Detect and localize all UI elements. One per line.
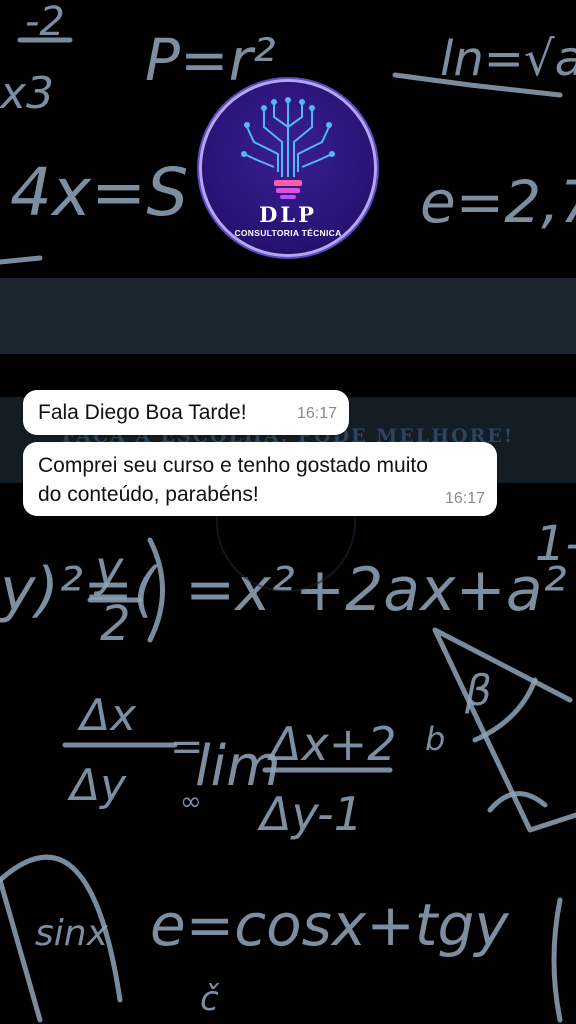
svg-text:ln=√a: ln=√a [440,31,576,87]
svg-text:b: b [425,720,445,758]
svg-text:β: β [464,666,492,715]
svg-text:y: y [93,541,124,597]
logo-brand-text: DLP [259,202,317,227]
svg-text:e=2,7: e=2,7 [420,168,576,236]
svg-text:Δy: Δy [67,760,127,811]
chat-message-bubble[interactable]: Fala Diego Boa Tarde! 16:17 [23,390,349,435]
svg-text:x3: x3 [0,68,54,119]
svg-text:Δx+2: Δx+2 [267,717,397,771]
logo-subtitle: CONSULTORIA TÉCNICA [234,228,342,238]
message-text: Fala Diego Boa Tarde! [38,401,247,424]
svg-text:Δx: Δx [77,690,137,741]
svg-text:2: 2 [100,596,131,652]
svg-text:1-: 1- [535,516,576,572]
svg-text:Δy-1: Δy-1 [257,787,363,841]
dlp-logo: DLP CONSULTORIA TÉCNICA [202,82,374,254]
svg-text:e=cosx+tgy: e=cosx+tgy [150,891,509,959]
chat-message-bubble[interactable]: Comprei seu curso e tenho gostado muito … [23,442,497,516]
svg-text:č: č [200,979,220,1019]
message-timestamp: 16:17 [296,405,337,422]
message-text: Comprei seu curso e tenho gostado muito … [38,454,428,506]
svg-text:∞: ∞ [180,787,202,817]
top-banner-strip [0,278,576,354]
svg-text:4x=S: 4x=S [10,154,188,231]
svg-text:-2: -2 [25,0,65,45]
svg-text:y)²=(: y)²=( [0,555,159,625]
message-timestamp: 16:17 [444,490,485,507]
svg-text:sinx: sinx [35,913,109,954]
